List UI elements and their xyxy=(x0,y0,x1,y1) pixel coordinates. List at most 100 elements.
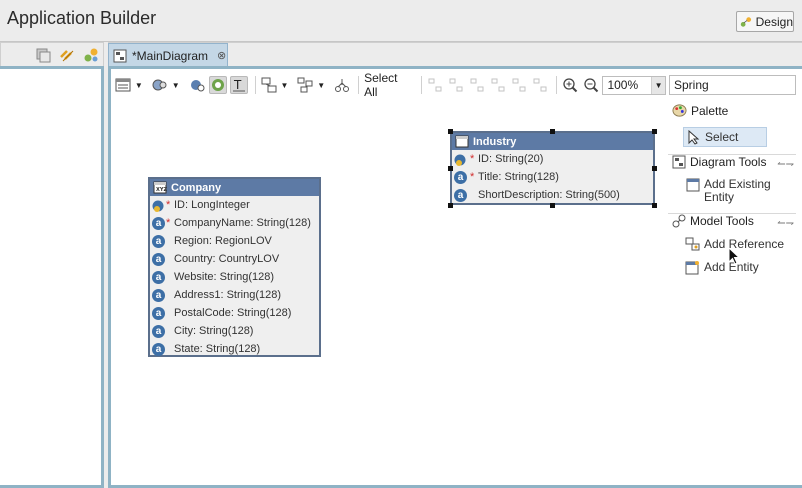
attribute-icon: a xyxy=(152,324,165,338)
add-entity-tool[interactable]: Add Entity xyxy=(685,260,759,275)
zoom-out-icon[interactable] xyxy=(582,76,600,94)
required-marker: * xyxy=(166,217,171,229)
attribute-row[interactable]: a * CompanyName: String(128) xyxy=(150,214,319,232)
refresh-icon[interactable] xyxy=(188,76,206,94)
attribute-icon: a xyxy=(152,342,165,356)
app-title: Application Builder xyxy=(7,8,157,28)
key-icon xyxy=(152,200,164,212)
align-top-icon[interactable] xyxy=(489,76,507,94)
selection-handle[interactable] xyxy=(448,129,453,134)
model-tools-icon xyxy=(672,214,686,228)
attribute-label: City: String(128) xyxy=(174,325,254,337)
align-middle-icon[interactable] xyxy=(510,76,528,94)
profile-value: Spring xyxy=(674,78,709,92)
collapse-icon[interactable]: ↼⇁ xyxy=(777,218,794,229)
model-icon[interactable] xyxy=(83,47,99,63)
layout-icon[interactable] xyxy=(114,76,132,94)
attribute-row[interactable]: a ShortDescription: String(500) xyxy=(452,186,653,204)
chevron-down-icon[interactable]: ▼ xyxy=(135,81,143,90)
pointer-icon xyxy=(688,129,700,145)
show-attributes-icon[interactable] xyxy=(208,76,227,94)
selection-handle[interactable] xyxy=(448,203,453,208)
mouse-cursor-icon xyxy=(728,247,740,265)
chevron-down-icon[interactable]: ▼ xyxy=(280,81,288,90)
design-label: Design xyxy=(755,14,793,29)
title-bar: Application Builder Design xyxy=(0,0,802,40)
attribute-row[interactable]: a City: String(128) xyxy=(150,322,319,340)
add-reference-label: Add Reference xyxy=(704,237,785,251)
left-panel xyxy=(0,66,104,488)
auto-layout-icon[interactable] xyxy=(333,76,351,94)
attribute-label: State: String(128) xyxy=(174,343,261,355)
attribute-row[interactable]: a Region: RegionLOV xyxy=(150,232,319,250)
zoom-select[interactable]: 100% ▼ xyxy=(602,75,667,95)
profile-select[interactable]: Spring xyxy=(669,75,796,95)
palette-title: Palette xyxy=(691,103,729,118)
align-right-icon[interactable] xyxy=(468,76,486,94)
align-icon[interactable] xyxy=(296,76,314,94)
entity-icon xyxy=(686,178,700,192)
attribute-icon: a xyxy=(454,170,467,184)
selection-handle[interactable] xyxy=(550,129,555,134)
attribute-label: ShortDescription: String(500) xyxy=(478,189,620,201)
selection-handle[interactable] xyxy=(652,129,657,134)
diagram-icon xyxy=(113,49,127,62)
required-marker: * xyxy=(470,153,475,165)
align-center-icon[interactable] xyxy=(447,76,465,94)
link-with-editor-icon[interactable] xyxy=(59,47,75,63)
attribute-label: PostalCode: String(128) xyxy=(174,307,292,319)
add-existing-entity-tool[interactable]: Add Existing Entity xyxy=(686,178,771,204)
arrange-icon[interactable] xyxy=(260,76,278,94)
chevron-down-icon[interactable]: ▼ xyxy=(172,81,180,90)
entity-icon xyxy=(455,135,469,148)
collapse-icon[interactable]: ↼⇁ xyxy=(777,159,794,170)
attribute-icon: a xyxy=(152,288,165,302)
attribute-row[interactable]: a * Title: String(128) xyxy=(452,168,653,186)
tab-main-diagram[interactable]: *MainDiagram ⊗ xyxy=(108,43,228,67)
attribute-icon: a xyxy=(152,252,165,266)
attribute-row[interactable]: a Country: CountryLOV xyxy=(150,250,319,268)
zoom-in-icon[interactable] xyxy=(561,76,579,94)
attribute-label: ID: String(20) xyxy=(478,153,544,165)
attribute-label: Website: String(128) xyxy=(174,271,275,283)
attribute-row[interactable]: * ID: String(20) xyxy=(452,150,653,168)
attribute-icon: a xyxy=(152,216,165,230)
attribute-row[interactable]: * ID: LongInteger xyxy=(150,196,319,214)
design-button[interactable]: Design xyxy=(736,11,794,32)
selection-handle[interactable] xyxy=(550,203,555,208)
align-left-icon[interactable] xyxy=(426,76,444,94)
palette-icon xyxy=(672,104,687,117)
select-all-button[interactable]: Select All xyxy=(364,71,413,99)
chevron-down-icon[interactable]: ▼ xyxy=(651,76,666,94)
collapse-all-icon[interactable] xyxy=(35,47,51,63)
close-icon[interactable]: ⊗ xyxy=(217,49,226,62)
attribute-label: Title: String(128) xyxy=(478,171,559,183)
diagram-tools-icon xyxy=(672,155,686,169)
entity-industry[interactable]: Industry * ID: String(20) a * Title: Str… xyxy=(450,131,655,205)
svg-text:T: T xyxy=(233,78,242,92)
selection-handle[interactable] xyxy=(652,203,657,208)
entity-header[interactable]: XYZ Company xyxy=(150,179,319,196)
attribute-icon: a xyxy=(152,306,165,320)
selection-handle[interactable] xyxy=(652,166,657,171)
required-marker: * xyxy=(470,171,475,183)
chevron-down-icon[interactable]: ▼ xyxy=(317,81,325,90)
text-format-icon[interactable]: T xyxy=(229,76,248,94)
attribute-row[interactable]: a State: String(128) xyxy=(150,340,319,358)
palette-select-tool[interactable]: Select xyxy=(683,127,767,147)
entity-company[interactable]: XYZ Company * ID: LongInteger a * Compan… xyxy=(148,177,321,357)
entity-header[interactable]: Industry xyxy=(452,133,653,150)
attribute-label: ID: LongInteger xyxy=(174,199,250,211)
attribute-row[interactable]: a PostalCode: String(128) xyxy=(150,304,319,322)
key-icon xyxy=(454,154,466,166)
align-bottom-icon[interactable] xyxy=(531,76,549,94)
selection-handle[interactable] xyxy=(448,166,453,171)
attribute-label: Country: CountryLOV xyxy=(174,253,280,265)
palette-header[interactable]: Palette xyxy=(672,103,728,118)
diagram-toolbar: ▼ ▼ T ▼ ▼ Select All 100% ▼ xyxy=(114,71,667,99)
model-tools-header[interactable]: Model Tools xyxy=(672,214,754,228)
attribute-row[interactable]: a Website: String(128) xyxy=(150,268,319,286)
attribute-row[interactable]: a Address1: String(128) xyxy=(150,286,319,304)
relationship-icon[interactable] xyxy=(151,76,169,94)
entity-name: Industry xyxy=(473,135,517,148)
